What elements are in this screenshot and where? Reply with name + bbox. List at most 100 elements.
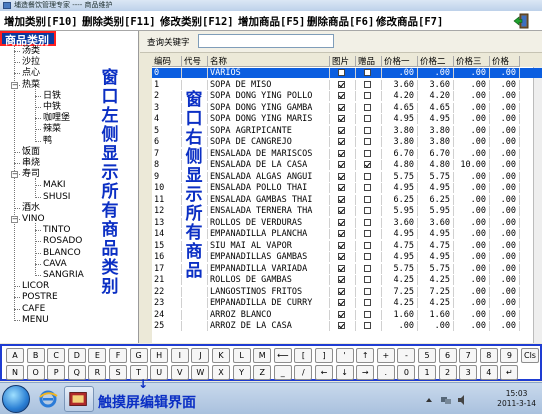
add-item-button[interactable]: 增加商品[F5] xyxy=(238,14,305,29)
checkbox[interactable] xyxy=(338,264,345,272)
column-header[interactable]: 代号 xyxy=(182,56,208,67)
cell-gift[interactable] xyxy=(356,252,382,262)
checkbox[interactable] xyxy=(338,207,345,214)
edit-category-button[interactable]: 修改类别[F12] xyxy=(160,14,234,29)
checkbox[interactable] xyxy=(364,172,371,180)
start-button[interactable] xyxy=(2,385,30,413)
key-button[interactable]: G xyxy=(129,348,148,363)
key-button[interactable]: 0 xyxy=(397,365,416,380)
key-button[interactable]: ↓ xyxy=(335,365,354,380)
key-button[interactable]: R xyxy=(88,365,107,380)
cell-gift[interactable] xyxy=(356,68,382,78)
product-row[interactable]: 25 ARROZ DE LA CASA .00.00.00.00 xyxy=(152,321,542,331)
checkbox[interactable] xyxy=(338,195,345,203)
key-button[interactable]: L xyxy=(232,348,251,363)
key-button[interactable]: E xyxy=(88,348,107,363)
checkbox[interactable] xyxy=(364,138,371,145)
key-button[interactable]: Y xyxy=(232,365,251,380)
cell-img[interactable] xyxy=(330,79,356,90)
search-input[interactable] xyxy=(198,34,334,48)
checkbox[interactable] xyxy=(338,103,345,111)
product-row[interactable]: 23 EMPANADILLA DE CURRY 4.25 4.25.00.00 xyxy=(152,298,542,308)
edit-item-button[interactable]: 修改商品[F7] xyxy=(376,14,443,29)
category-tree-item[interactable]: 咖哩堡 xyxy=(43,113,70,124)
checkbox[interactable] xyxy=(338,92,345,99)
product-row[interactable]: 2 SOPA DONG YING POLLO 4.20 4.20.00.00 xyxy=(152,91,542,101)
product-row[interactable]: 7 ENSALADA DE MARISCOS 6.70 6.70.00.00 xyxy=(152,148,542,159)
cell-img[interactable] xyxy=(330,263,356,274)
checkbox[interactable] xyxy=(338,149,345,157)
key-button[interactable]: U xyxy=(150,365,169,380)
product-row[interactable]: 11 ENSALADA GAMBAS THAI 6.25 6.25.00.00 xyxy=(152,194,542,205)
cell-img[interactable] xyxy=(330,275,356,285)
cell-gift[interactable] xyxy=(356,148,382,159)
category-tree-item[interactable]: 中铁 xyxy=(43,102,61,113)
cell-gift[interactable] xyxy=(356,240,382,251)
category-tree-item[interactable]: 沙拉 xyxy=(22,57,40,68)
key-button[interactable]: X xyxy=(212,365,230,380)
checkbox[interactable] xyxy=(364,126,371,134)
column-header[interactable]: 名称 xyxy=(208,56,330,67)
checkbox[interactable] xyxy=(338,161,345,168)
key-button[interactable]: O xyxy=(26,365,45,380)
cell-img[interactable] xyxy=(330,217,356,228)
checkbox[interactable] xyxy=(338,276,345,283)
cell-img[interactable] xyxy=(330,240,356,251)
checkbox[interactable] xyxy=(338,69,345,76)
category-tree-item[interactable]: ROSADO xyxy=(43,236,82,247)
cell-gift[interactable] xyxy=(356,102,382,113)
checkbox[interactable] xyxy=(338,184,345,191)
internet-explorer-icon[interactable] xyxy=(37,388,59,410)
category-tree-item[interactable]: TINTO xyxy=(43,225,70,236)
cell-gift[interactable] xyxy=(356,137,382,147)
key-button[interactable]: 5 xyxy=(418,348,436,363)
key-button[interactable]: 4 xyxy=(479,365,498,380)
tree-collapse-icon[interactable]: − xyxy=(11,216,18,223)
key-button[interactable]: 2 xyxy=(438,365,457,380)
checkbox[interactable] xyxy=(364,230,371,237)
cell-gift[interactable] xyxy=(356,321,382,331)
network-icon[interactable] xyxy=(440,395,452,405)
volume-icon[interactable] xyxy=(457,395,469,405)
category-tree-item[interactable]: 点心 xyxy=(22,68,40,79)
product-row[interactable]: 9 ENSALADA ALGAS ANGUI 5.75 5.75.00.00 xyxy=(152,171,542,182)
cell-img[interactable] xyxy=(330,125,356,136)
cell-img[interactable] xyxy=(330,160,356,170)
cell-img[interactable] xyxy=(330,298,356,308)
checkbox[interactable] xyxy=(364,80,371,88)
checkbox[interactable] xyxy=(364,103,371,111)
category-tree-item[interactable]: MENU xyxy=(22,315,49,326)
cell-gift[interactable] xyxy=(356,263,382,274)
checkbox[interactable] xyxy=(364,322,371,329)
key-button[interactable]: 6 xyxy=(438,348,457,363)
checkbox[interactable] xyxy=(364,92,371,99)
key-button[interactable]: Cls xyxy=(521,348,539,363)
product-row[interactable]: 21 ROLLOS DE GAMBAS 4.25 4.25.00.00 xyxy=(152,275,542,285)
taskbar-app-button[interactable] xyxy=(64,386,94,412)
checkbox[interactable] xyxy=(338,172,345,180)
checkbox[interactable] xyxy=(338,218,345,226)
checkbox[interactable] xyxy=(364,299,371,306)
cell-img[interactable] xyxy=(330,148,356,159)
key-button[interactable]: Z xyxy=(253,365,272,380)
cell-img[interactable] xyxy=(330,229,356,239)
checkbox[interactable] xyxy=(364,69,371,76)
key-button[interactable]: 1 xyxy=(418,365,436,380)
cell-gift[interactable] xyxy=(356,79,382,90)
cell-gift[interactable] xyxy=(356,275,382,285)
key-button[interactable]: S xyxy=(109,365,127,380)
checkbox[interactable] xyxy=(364,264,371,272)
key-button[interactable]: B xyxy=(26,348,45,363)
product-row[interactable]: 15 SIU MAI AL VAPOR 4.75 4.75.00.00 xyxy=(152,240,542,251)
key-button[interactable]: W xyxy=(191,365,210,380)
add-category-button[interactable]: 增加类别[F10] xyxy=(4,14,78,29)
key-button[interactable]: A xyxy=(6,348,24,363)
cell-gift[interactable] xyxy=(356,125,382,136)
category-tree-item[interactable]: POSTRE xyxy=(22,292,58,303)
key-button[interactable]: 3 xyxy=(459,365,478,380)
key-button[interactable]: K xyxy=(212,348,230,363)
key-button[interactable]: P xyxy=(47,365,66,380)
product-row[interactable]: 13 ROLLOS DE VERDURAS 3.60 3.60.00.00 xyxy=(152,217,542,228)
checkbox[interactable] xyxy=(338,115,345,122)
column-header[interactable]: 价格二 xyxy=(418,56,454,67)
